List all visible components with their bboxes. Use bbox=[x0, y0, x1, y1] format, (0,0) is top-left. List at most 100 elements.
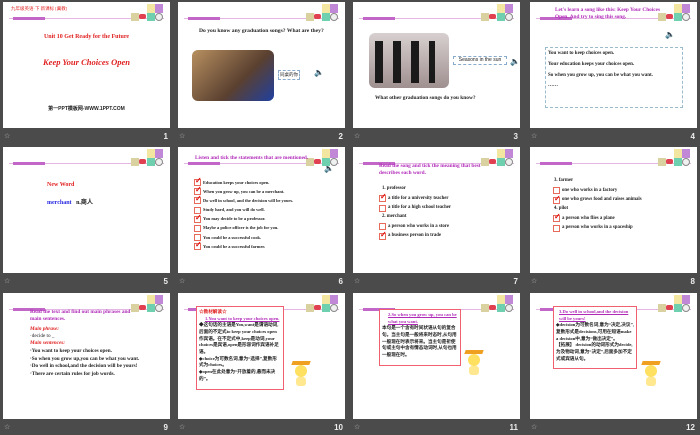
slide-thumbnail-2[interactable]: Do you know any graduation songs? What a… bbox=[178, 2, 345, 128]
slide-footer: ☆ 8 bbox=[530, 277, 697, 289]
slide-thumbnail-11[interactable]: 2.So when you grow up, you can be what y… bbox=[353, 293, 520, 419]
transition-star-icon[interactable]: ☆ bbox=[4, 277, 10, 285]
slide-footer: ☆ 10 bbox=[178, 423, 345, 435]
option-text: You may decide to be a professor. bbox=[203, 216, 266, 222]
slide-footer: ☆ 6 bbox=[178, 277, 345, 289]
header-accent bbox=[13, 17, 45, 20]
word-label: 2. merchant bbox=[382, 213, 407, 219]
checkbox[interactable] bbox=[553, 194, 561, 204]
speaker-icon[interactable]: 🔈 bbox=[665, 30, 675, 39]
slide-footer: ☆ 2 bbox=[178, 132, 345, 144]
transition-star-icon[interactable]: ☆ bbox=[531, 132, 537, 140]
header-accent bbox=[13, 162, 45, 165]
checkbox[interactable] bbox=[194, 224, 201, 232]
option-text: You could be a successful farmer. bbox=[203, 243, 266, 249]
speaker-icon[interactable]: 🔈 bbox=[314, 68, 324, 77]
explanation-paragraph: ◆open在此处意为“开放着的,悬而未决的”。 bbox=[199, 368, 276, 381]
slide-thumbnail-4[interactable]: Let's learn a song like this: Keep Your … bbox=[530, 2, 697, 128]
slide-number: 6 bbox=[338, 277, 343, 286]
header-text: 九年级英语·下 新课标 [冀教] bbox=[11, 6, 68, 11]
word-groups: 3. farmer one who works in a factory one w… bbox=[553, 176, 642, 234]
slide-thumbnail-12[interactable]: 3.Do well in school,and the decision wil… bbox=[530, 293, 697, 419]
song-label[interactable]: 同桌的你 bbox=[278, 70, 300, 81]
speaker-icon[interactable]: 🔈 bbox=[324, 164, 334, 173]
meaning-option: a title for a high school teacher bbox=[379, 204, 452, 212]
option-text: Education keeps your choices open. bbox=[203, 179, 270, 185]
slide-footer: ☆ 1 bbox=[3, 132, 170, 144]
transition-star-icon[interactable]: ☆ bbox=[354, 132, 360, 140]
transition-star-icon[interactable]: ☆ bbox=[4, 132, 10, 140]
slide-thumbnail-6[interactable]: Listen and tick the statements that are … bbox=[178, 147, 345, 273]
slide-thumbnail-10[interactable]: ☆教材解读☆ 1.You want to keep your choices op… bbox=[178, 293, 345, 419]
transition-star-icon[interactable]: ☆ bbox=[531, 277, 537, 285]
explanation-paragraph: 本句是一个含有时间状语从句的复合句。当主句是一般将来时态时,从句用一般现在时表示… bbox=[382, 325, 457, 357]
checkbox[interactable] bbox=[553, 224, 560, 232]
option-text: a title for a high school teacher bbox=[388, 204, 452, 210]
explanation-box: 2.So when you grow up, you can be what y… bbox=[379, 309, 461, 366]
header-decoration-images bbox=[306, 4, 338, 21]
transition-star-icon[interactable]: ☆ bbox=[4, 423, 10, 431]
slide-footer: ☆ 5 bbox=[3, 277, 170, 289]
transition-star-icon[interactable]: ☆ bbox=[354, 423, 360, 431]
meaning-option: one who works in a factory bbox=[553, 187, 642, 195]
transition-star-icon[interactable]: ☆ bbox=[531, 423, 537, 431]
option-text: When you grow up, you can be a merchant. bbox=[203, 188, 285, 194]
transition-star-icon[interactable]: ☆ bbox=[179, 423, 185, 431]
cartoon-teacher-image bbox=[290, 361, 312, 387]
speaker-icon[interactable]: 🔈 bbox=[510, 57, 520, 66]
slide-thumbnail-8[interactable]: 3. farmer one who works in a factory one w… bbox=[530, 147, 697, 273]
slide-thumbnail-1[interactable]: 九年级英语·下 新课标 [冀教] Unit 10 Get Ready for t… bbox=[3, 2, 170, 128]
slide-thumbnail-9[interactable]: Read the text and find out main phrases … bbox=[3, 293, 170, 419]
option-text: one who works in a factory bbox=[562, 187, 618, 193]
statement-item: You could be a successful farmer. bbox=[194, 240, 293, 251]
checkbox[interactable] bbox=[379, 192, 387, 203]
slide-footer: ☆ 12 bbox=[530, 423, 697, 435]
meaning-option: a person who works in a spaceship bbox=[553, 224, 642, 232]
sentence: ·There are certain rules for job words. bbox=[30, 370, 115, 377]
header-decoration-images bbox=[306, 295, 338, 312]
sentence-list: ·You want to keep your choices open. ·So … bbox=[30, 348, 145, 378]
question-text: Do you know any graduation songs? What a… bbox=[199, 28, 324, 34]
question-text: What other graduation songs do you know? bbox=[375, 95, 476, 101]
slide-thumbnail-7[interactable]: Read the song and tick the meaning that … bbox=[353, 147, 520, 273]
instruction-text: Listen and tick the statements that are … bbox=[195, 155, 309, 161]
song-label[interactable]: Seasons in the sun bbox=[453, 56, 507, 65]
option-text: You could be a successful cook. bbox=[203, 234, 262, 240]
checkbox[interactable] bbox=[553, 212, 561, 223]
instruction-text: Read the song and tick the meaning that … bbox=[379, 163, 481, 177]
slide-thumbnail-5[interactable]: New Word merchant n.商人 bbox=[3, 147, 170, 273]
meaning-option: a title for a university teacher bbox=[379, 192, 451, 203]
word-label: 4. pilot bbox=[554, 205, 569, 211]
slide-number: 8 bbox=[690, 277, 695, 286]
vocab-entry: merchant n.商人 bbox=[47, 199, 93, 207]
instruction-text: Read the text and find out main phrases … bbox=[30, 309, 131, 323]
slide-thumbnail-3[interactable]: Seasons in the sun 🔈 What other graduatio… bbox=[353, 2, 520, 128]
checkbox[interactable] bbox=[194, 213, 202, 224]
word-groups: 1. professor a title for a university tea… bbox=[379, 184, 451, 242]
cartoon-teacher-image bbox=[640, 361, 662, 387]
lyric-line: Your education keeps your choices open. bbox=[548, 61, 635, 67]
option-text: a person who works in a spaceship bbox=[562, 224, 633, 230]
checkbox[interactable] bbox=[379, 230, 387, 240]
option-text: Study hard, and you will do well. bbox=[203, 207, 265, 213]
checkbox[interactable] bbox=[194, 240, 202, 251]
lyric-line: …… bbox=[548, 83, 558, 89]
site-text: 第一PPT模板网-WWW.1PPT.COM bbox=[48, 106, 125, 112]
word-label: 3. farmer bbox=[554, 178, 574, 183]
checkbox[interactable] bbox=[379, 204, 386, 212]
option-text: Maybe a police officer is the job for yo… bbox=[203, 225, 279, 231]
explanation-box: 3.Do well in school,and the decision wil… bbox=[553, 306, 637, 369]
transition-star-icon[interactable]: ☆ bbox=[179, 277, 185, 285]
transition-star-icon[interactable]: ☆ bbox=[354, 277, 360, 285]
checkbox[interactable] bbox=[194, 194, 202, 205]
slide-footer: ☆ 4 bbox=[530, 132, 697, 144]
explanation-box: ☆教材解读☆ 1.You want to keep your choices op… bbox=[196, 306, 284, 390]
lyric-line: So when you grow up, you can be what you… bbox=[548, 72, 653, 78]
statement-item: When you grow up, you can be a merchant. bbox=[194, 185, 293, 196]
statement-item: You may decide to be a professor. bbox=[194, 213, 293, 224]
slide-number: 5 bbox=[163, 277, 168, 286]
transition-star-icon[interactable]: ☆ bbox=[179, 132, 185, 140]
slide-number: 2 bbox=[338, 132, 343, 141]
new-word-heading: New Word bbox=[47, 182, 75, 188]
slide-footer: ☆ 7 bbox=[353, 277, 520, 289]
